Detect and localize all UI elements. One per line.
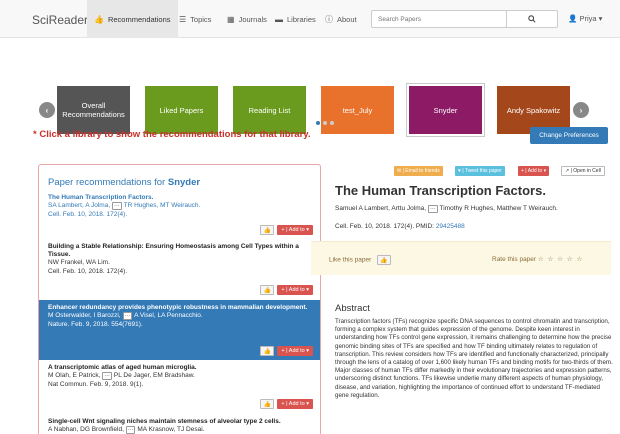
open-in-cell-button[interactable]: ↗ | Open in Cell bbox=[561, 166, 605, 176]
nav-libraries[interactable]: ▬ Libraries bbox=[268, 0, 323, 38]
brand-logo[interactable]: SciReader bbox=[32, 13, 88, 27]
carousel-prev-button[interactable]: ‹ bbox=[39, 102, 55, 118]
thumbs-up-icon: 👍 bbox=[263, 401, 272, 408]
top-navbar: SciReader 👍 Recommendations ☰ Topics ▦ Jour… bbox=[0, 0, 620, 38]
library-tile-overall[interactable]: Overall Recommendations bbox=[57, 86, 130, 134]
thumbs-up-icon: 👍 bbox=[263, 287, 272, 294]
item-actions: 👍 + | Add to ▾ bbox=[260, 346, 313, 356]
email-to-friends-button[interactable]: ✉ | Email to friends bbox=[394, 166, 443, 176]
thumbs-up-icon: 👍 bbox=[380, 257, 388, 264]
paper-title[interactable]: Enhancer redundancy provides phenotypic … bbox=[48, 304, 313, 312]
chevron-right-icon: › bbox=[579, 105, 583, 115]
paper-title[interactable]: The Human Transcription Factors. bbox=[48, 194, 313, 202]
like-paper: Like this paper 👍 bbox=[329, 255, 392, 265]
book-icon: ▦ bbox=[227, 14, 235, 24]
more-authors-button[interactable]: ··· bbox=[112, 202, 122, 210]
add-to-button[interactable]: + | Add to ▾ bbox=[277, 399, 313, 409]
chevron-left-icon: ‹ bbox=[45, 105, 49, 115]
paper-citation: Nature. Feb. 9, 2018. 554(7691). bbox=[48, 320, 143, 328]
carousel-pager bbox=[316, 121, 334, 125]
external-link-icon: ↗ bbox=[565, 168, 570, 174]
library-tile-liked[interactable]: Liked Papers bbox=[145, 86, 218, 134]
library-tile-test-july[interactable]: test_July bbox=[321, 86, 394, 134]
paper-citation: Cell. Feb. 10, 2018. 172(4). bbox=[48, 210, 128, 218]
paper-detail-title: The Human Transcription Factors. bbox=[335, 183, 546, 198]
paper-citation: Cell. Feb. 10, 2018. 172(4). bbox=[48, 267, 128, 275]
search-icon bbox=[528, 15, 536, 23]
paper-authors: A Nabhan, DG Brownfield, ··· MA Krasnow, T… bbox=[48, 426, 205, 434]
paper-title[interactable]: A transcriptomic atlas of aged human mic… bbox=[48, 364, 313, 372]
carousel-dot[interactable] bbox=[316, 121, 320, 125]
recommendations-heading: Paper recommendations for Snyder bbox=[48, 177, 201, 188]
paper-detail-citation: Cell. Feb. 10, 2018. 172(4). PMID: 29425… bbox=[335, 223, 465, 230]
nav-about[interactable]: ⓘ About bbox=[318, 0, 364, 38]
abstract-heading: Abstract bbox=[335, 303, 370, 314]
paper-citation: Nat Commun. Feb. 9, 2018. 9(1). bbox=[48, 380, 144, 388]
recommendations-panel: Paper recommendations for Snyder The Hum… bbox=[38, 164, 321, 434]
pmid-link[interactable]: 29425488 bbox=[436, 223, 465, 230]
rate-paper: Rate this paper ☆ ☆ ☆ ☆ ☆ bbox=[492, 256, 584, 263]
more-authors-button[interactable]: ··· bbox=[125, 426, 136, 434]
twitter-icon: ♥ bbox=[458, 168, 461, 174]
list-item[interactable]: Single-cell Wnt signaling niches maintai… bbox=[39, 418, 320, 434]
paper-authors: M Osterwalder, I Barozzi, ··· A Visel, LA … bbox=[48, 312, 203, 320]
thumbs-up-icon: 👍 bbox=[94, 14, 104, 24]
like-rate-bar: Like this paper 👍 Rate this paper ☆ ☆ ☆ … bbox=[311, 241, 611, 275]
abstract-text: Transcription factors (TFs) recognize sp… bbox=[335, 318, 613, 399]
thumbs-up-icon: 👍 bbox=[263, 348, 272, 355]
more-authors-button[interactable]: ··· bbox=[102, 372, 112, 380]
item-actions: 👍 + | Add to ▾ bbox=[260, 399, 313, 409]
like-button[interactable]: 👍 bbox=[260, 399, 275, 409]
caret-down-icon: ▾ bbox=[598, 14, 603, 23]
carousel-dot[interactable] bbox=[330, 121, 334, 125]
item-actions: 👍 + | Add to ▾ bbox=[260, 285, 313, 295]
list-item-selected[interactable]: Enhancer redundancy provides phenotypic … bbox=[39, 300, 320, 360]
list-item[interactable]: A transcriptomic atlas of aged human mic… bbox=[39, 364, 320, 412]
like-paper-button[interactable]: 👍 bbox=[377, 255, 392, 265]
paper-authors: SA Lambert, A Jolma, ··· TR Hughes, MT Wei… bbox=[48, 202, 201, 210]
search-button[interactable] bbox=[506, 10, 558, 28]
add-to-button[interactable]: + | Add to ▾ bbox=[277, 346, 313, 356]
library-hint: * Click a library to show the recommenda… bbox=[33, 129, 311, 140]
library-tile-reading-list[interactable]: Reading List bbox=[233, 86, 306, 134]
nav-recommendations[interactable]: 👍 Recommendations bbox=[87, 0, 178, 38]
carousel-dot[interactable] bbox=[323, 121, 327, 125]
tweet-paper-button[interactable]: ♥ | Tweet this paper bbox=[455, 166, 505, 176]
info-icon: ⓘ bbox=[325, 14, 333, 24]
user-icon: 👤 bbox=[568, 14, 578, 23]
paper-authors: NW Frankel, WA Lim. bbox=[48, 259, 110, 266]
item-actions: 👍 + | Add to ▾ bbox=[260, 225, 313, 235]
paper-authors: M Olah, E Patrick, ··· PL De Jager, EM Bra… bbox=[48, 372, 195, 380]
paper-title[interactable]: Building a Stable Relationship: Ensuring… bbox=[48, 243, 313, 259]
detail-add-to-button[interactable]: + | Add to ▾ bbox=[518, 166, 550, 176]
add-to-button[interactable]: + | Add to ▾ bbox=[277, 285, 313, 295]
nav-journals[interactable]: ▦ Journals bbox=[220, 0, 274, 38]
paper-title[interactable]: Single-cell Wnt signaling niches maintai… bbox=[48, 418, 313, 426]
like-button[interactable]: 👍 bbox=[260, 346, 275, 356]
star-rating[interactable]: ☆ ☆ ☆ ☆ ☆ bbox=[538, 256, 583, 263]
add-to-button[interactable]: + | Add to ▾ bbox=[277, 225, 313, 235]
envelope-icon: ✉ bbox=[397, 168, 402, 174]
list-icon: ☰ bbox=[179, 14, 187, 24]
like-button[interactable]: 👍 bbox=[260, 285, 275, 295]
paper-detail-authors: Samuel A Lambert, Arttu Jolma, ··· Timothy… bbox=[335, 205, 558, 213]
library-tile-snyder[interactable]: Snyder bbox=[407, 84, 484, 136]
list-item[interactable]: Building a Stable Relationship: Ensuring… bbox=[39, 243, 320, 298]
thumbs-up-icon: 👍 bbox=[263, 227, 272, 234]
like-button[interactable]: 👍 bbox=[260, 225, 275, 235]
user-menu[interactable]: 👤 Priya ▾ bbox=[568, 14, 602, 23]
folder-icon: ▬ bbox=[275, 14, 283, 24]
more-authors-button[interactable]: ··· bbox=[122, 312, 133, 320]
carousel-next-button[interactable]: › bbox=[573, 102, 589, 118]
more-authors-button[interactable]: ··· bbox=[428, 205, 438, 213]
nav-topics[interactable]: ☰ Topics bbox=[172, 0, 218, 38]
change-preferences-button[interactable]: Change Preferences bbox=[530, 127, 608, 144]
list-item[interactable]: The Human Transcription Factors. SA Lamb… bbox=[39, 194, 320, 241]
search-input[interactable] bbox=[371, 10, 507, 28]
